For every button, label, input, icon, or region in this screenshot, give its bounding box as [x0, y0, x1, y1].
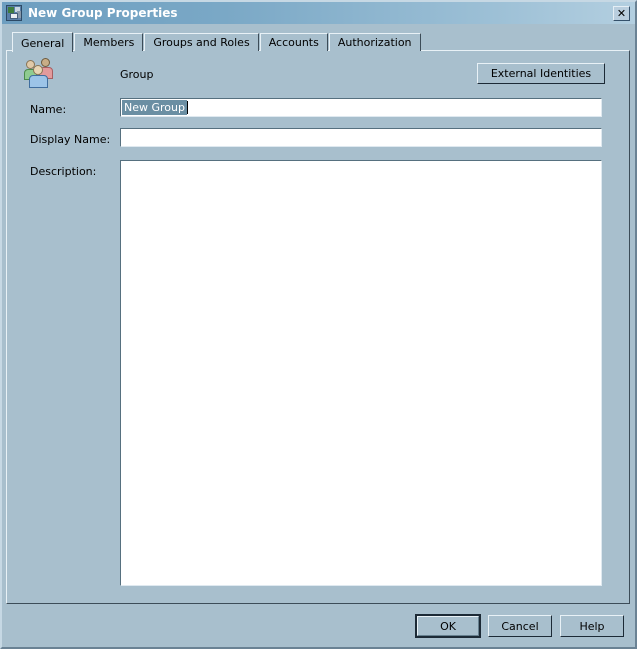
group-users-icon — [24, 58, 58, 88]
external-identities-button[interactable]: External Identities — [477, 63, 605, 84]
new-group-properties-dialog: New Group Properties ✕ General Members G… — [0, 0, 637, 649]
tab-general-label: General — [21, 36, 65, 50]
description-input[interactable] — [120, 160, 602, 586]
tab-accounts-label: Accounts — [268, 36, 319, 49]
ok-button-label: OK — [417, 616, 479, 636]
tab-authorization-label: Authorization — [337, 36, 412, 49]
tabstrip: General Members Groups and Roles Account… — [12, 32, 422, 52]
tab-groups-and-roles-label: Groups and Roles — [153, 36, 250, 49]
text-caret — [186, 101, 188, 114]
help-button[interactable]: Help — [560, 615, 624, 637]
tab-groups-and-roles[interactable]: Groups and Roles — [144, 33, 259, 51]
tab-members-label: Members — [83, 36, 135, 49]
tab-members[interactable]: Members — [74, 33, 144, 51]
tab-authorization[interactable]: Authorization — [328, 33, 421, 51]
name-label: Name: — [30, 103, 67, 116]
object-type-label: Group — [120, 68, 154, 81]
group-properties-icon — [6, 5, 22, 21]
description-label: Description: — [30, 165, 97, 178]
display-name-label: Display Name: — [30, 133, 111, 146]
close-icon[interactable]: ✕ — [613, 5, 630, 21]
tab-accounts[interactable]: Accounts — [259, 33, 328, 51]
tab-general[interactable]: General — [12, 32, 74, 52]
display-name-input[interactable] — [120, 128, 602, 147]
name-input[interactable]: New Group — [120, 98, 602, 117]
window-title: New Group Properties — [28, 6, 178, 20]
ok-button[interactable]: OK — [415, 614, 481, 638]
titlebar[interactable]: New Group Properties ✕ — [2, 2, 635, 24]
cancel-button[interactable]: Cancel — [488, 615, 552, 637]
name-input-value: New Group — [122, 100, 187, 115]
